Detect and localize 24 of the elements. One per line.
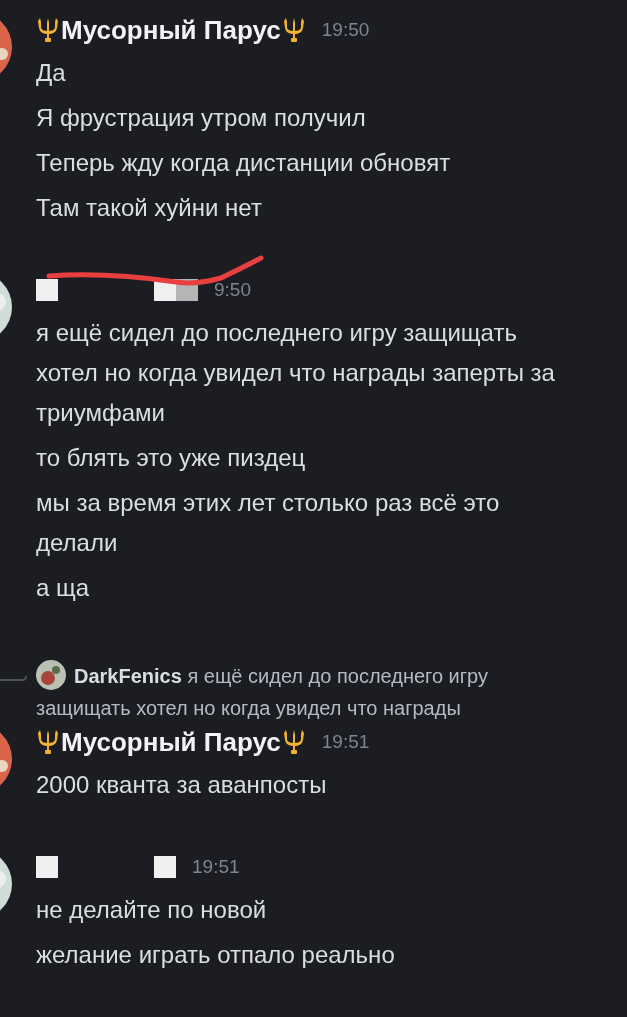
trident-icon xyxy=(36,17,60,43)
username[interactable]: Мусорный Парус xyxy=(61,14,281,46)
message-text: не делайте по новой xyxy=(36,895,268,925)
message-text: желание играть отпало реально xyxy=(36,940,396,970)
timestamp: 19:51 xyxy=(321,731,370,753)
reply-preview[interactable]: DarkFenics я ещё сидел до последнего игру защищать хотел но когда увидел что награды xyxy=(36,660,576,724)
redaction-block xyxy=(36,856,58,878)
message-text: Теперь жду когда дистанции обновят xyxy=(36,148,452,178)
reply-connector xyxy=(0,674,28,682)
message-text: Там такой хуйни нет xyxy=(36,193,263,223)
avatar[interactable] xyxy=(36,660,66,690)
timestamp: 19:51 xyxy=(192,856,240,878)
trident-icon xyxy=(281,729,306,755)
trident-icon xyxy=(36,729,60,755)
timestamp: 19:50 xyxy=(321,19,370,41)
redaction-block xyxy=(36,279,58,301)
username[interactable]: Мусорный Парус xyxy=(61,726,281,758)
trident-icon xyxy=(281,17,306,43)
timestamp: 9:50 xyxy=(214,279,251,301)
message-text: то блять это уже пиздец xyxy=(36,443,307,473)
message-text: 2000 кванта за аванпосты xyxy=(36,770,328,800)
message-text: а ща xyxy=(36,573,91,603)
message-text: Я фрустрация утром получил xyxy=(36,103,367,133)
message-text: Да xyxy=(36,58,67,88)
